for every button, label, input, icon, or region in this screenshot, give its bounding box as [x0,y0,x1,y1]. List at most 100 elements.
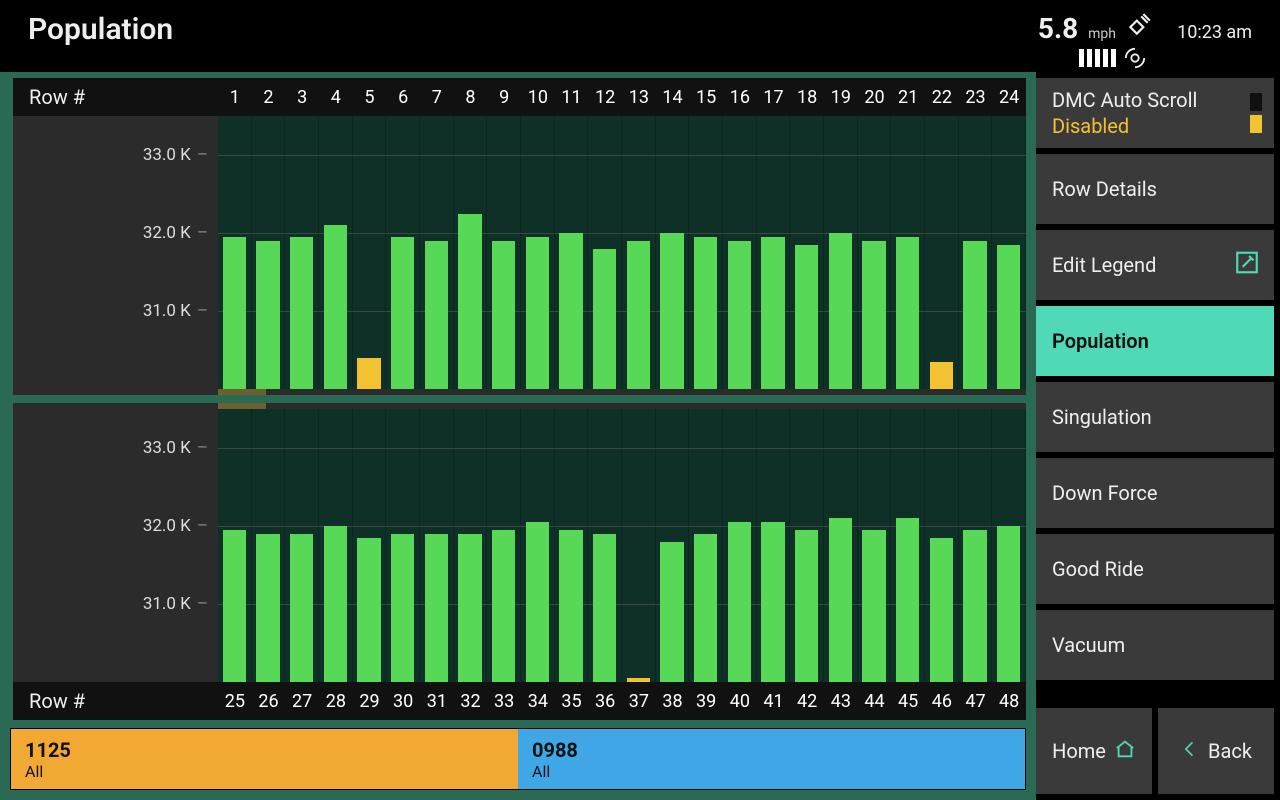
clock: 10:23 am [1162,22,1252,43]
bar-row-38[interactable] [656,409,690,682]
bar-row-16[interactable] [723,116,757,389]
nav-label: Back [1208,739,1252,763]
y-axis-bottom: 33.0 K32.0 K31.0 K [13,409,218,682]
bar [492,241,516,389]
row-number: 23 [959,87,993,108]
home-button[interactable]: Home [1036,708,1152,794]
row-number: 1 [218,87,252,108]
bar-row-27[interactable] [285,409,319,682]
row-number-label: Row # [13,689,218,713]
bar-row-47[interactable] [959,409,993,682]
bar-row-6[interactable] [386,116,420,389]
bar-row-44[interactable] [858,409,892,682]
bar-row-37[interactable] [622,409,656,682]
sidebar-item-down-force[interactable]: Down Force [1036,458,1274,528]
row-number: 15 [689,87,723,108]
bar-row-21[interactable] [891,116,925,389]
bar [694,237,718,389]
bar-row-33[interactable] [487,409,521,682]
bar-row-2[interactable] [252,116,286,389]
bar-row-24[interactable] [992,116,1026,389]
hybrid-scope: All [532,762,1011,781]
row-number: 27 [285,691,319,712]
bar-row-29[interactable] [353,409,387,682]
bar-row-39[interactable] [689,409,723,682]
bar-row-26[interactable] [252,409,286,682]
bar [290,237,314,389]
back-button[interactable]: Back [1158,708,1274,794]
bar-row-43[interactable] [824,409,858,682]
bar-row-31[interactable] [420,409,454,682]
bars-region-top[interactable] [218,116,1026,389]
row-number: 38 [656,691,690,712]
satellite-icon [1126,12,1152,38]
row-numbers-bottom: 2526272829303132333435363738394041424344… [218,691,1026,712]
bar-row-3[interactable] [285,116,319,389]
row-number: 39 [689,691,723,712]
sidebar-item-population[interactable]: Population [1036,306,1274,376]
bar-row-25[interactable] [218,409,252,682]
y-tick-label: 33.0 K [143,145,208,165]
bar-row-12[interactable] [588,116,622,389]
bar-row-42[interactable] [790,409,824,682]
bar-row-40[interactable] [723,409,757,682]
bar-row-22[interactable] [925,116,959,389]
bar-row-48[interactable] [992,409,1026,682]
dmc-auto-scroll-toggle[interactable]: DMC Auto Scroll Disabled [1036,78,1274,148]
bar-row-23[interactable] [959,116,993,389]
bar-row-41[interactable] [757,409,791,682]
bar-row-46[interactable] [925,409,959,682]
bars-region-bottom[interactable] [218,409,1026,682]
bar [223,530,247,682]
row-number: 8 [454,87,488,108]
bar-row-7[interactable] [420,116,454,389]
y-tick-label: 33.0 K [143,438,208,458]
bar [963,530,987,682]
bar-row-19[interactable] [824,116,858,389]
bar [425,241,449,389]
bar-row-17[interactable] [757,116,791,389]
row-number: 48 [992,691,1026,712]
bar-row-36[interactable] [588,409,622,682]
bar-row-8[interactable] [454,116,488,389]
bar [256,534,280,682]
sidebar-item-label: Down Force [1052,481,1158,505]
sidebar-item-label: Population [1052,329,1149,353]
right-sidebar: DMC Auto Scroll Disabled Row Details Edi… [1036,72,1280,800]
bar-row-5[interactable] [353,116,387,389]
bar-row-13[interactable] [622,116,656,389]
bar-row-9[interactable] [487,116,521,389]
y-tick-label: 32.0 K [143,516,208,536]
bar [930,538,954,682]
sidebar-item-good-ride[interactable]: Good Ride [1036,534,1274,604]
sidebar-item-singulation[interactable]: Singulation [1036,382,1274,452]
bar [997,526,1021,682]
hybrid-card-1125[interactable]: 1125 All [11,729,518,789]
bar-row-18[interactable] [790,116,824,389]
bar-row-45[interactable] [891,409,925,682]
row-number: 21 [891,87,925,108]
bar-row-1[interactable] [218,116,252,389]
sidebar-item-row-details[interactable]: Row Details [1036,154,1274,224]
sidebar-item-vacuum[interactable]: Vacuum [1036,610,1274,680]
toggle-indicator-icon [1250,93,1262,133]
bar [593,249,617,389]
bar-row-4[interactable] [319,116,353,389]
bar-row-11[interactable] [555,116,589,389]
row-number: 25 [218,691,252,712]
hybrid-card-0988[interactable]: 0988 All [518,729,1025,789]
row-number: 6 [386,87,420,108]
sidebar-item-edit-legend[interactable]: Edit Legend [1036,230,1274,300]
bar-row-34[interactable] [521,409,555,682]
bar [896,518,920,682]
bar-row-14[interactable] [656,116,690,389]
bar-row-35[interactable] [555,409,589,682]
bar-row-30[interactable] [386,409,420,682]
bar-row-15[interactable] [689,116,723,389]
bar-row-20[interactable] [858,116,892,389]
bar-row-10[interactable] [521,116,555,389]
row-number: 33 [487,691,521,712]
bar-row-28[interactable] [319,409,353,682]
bar-row-32[interactable] [454,409,488,682]
bar [761,237,785,389]
